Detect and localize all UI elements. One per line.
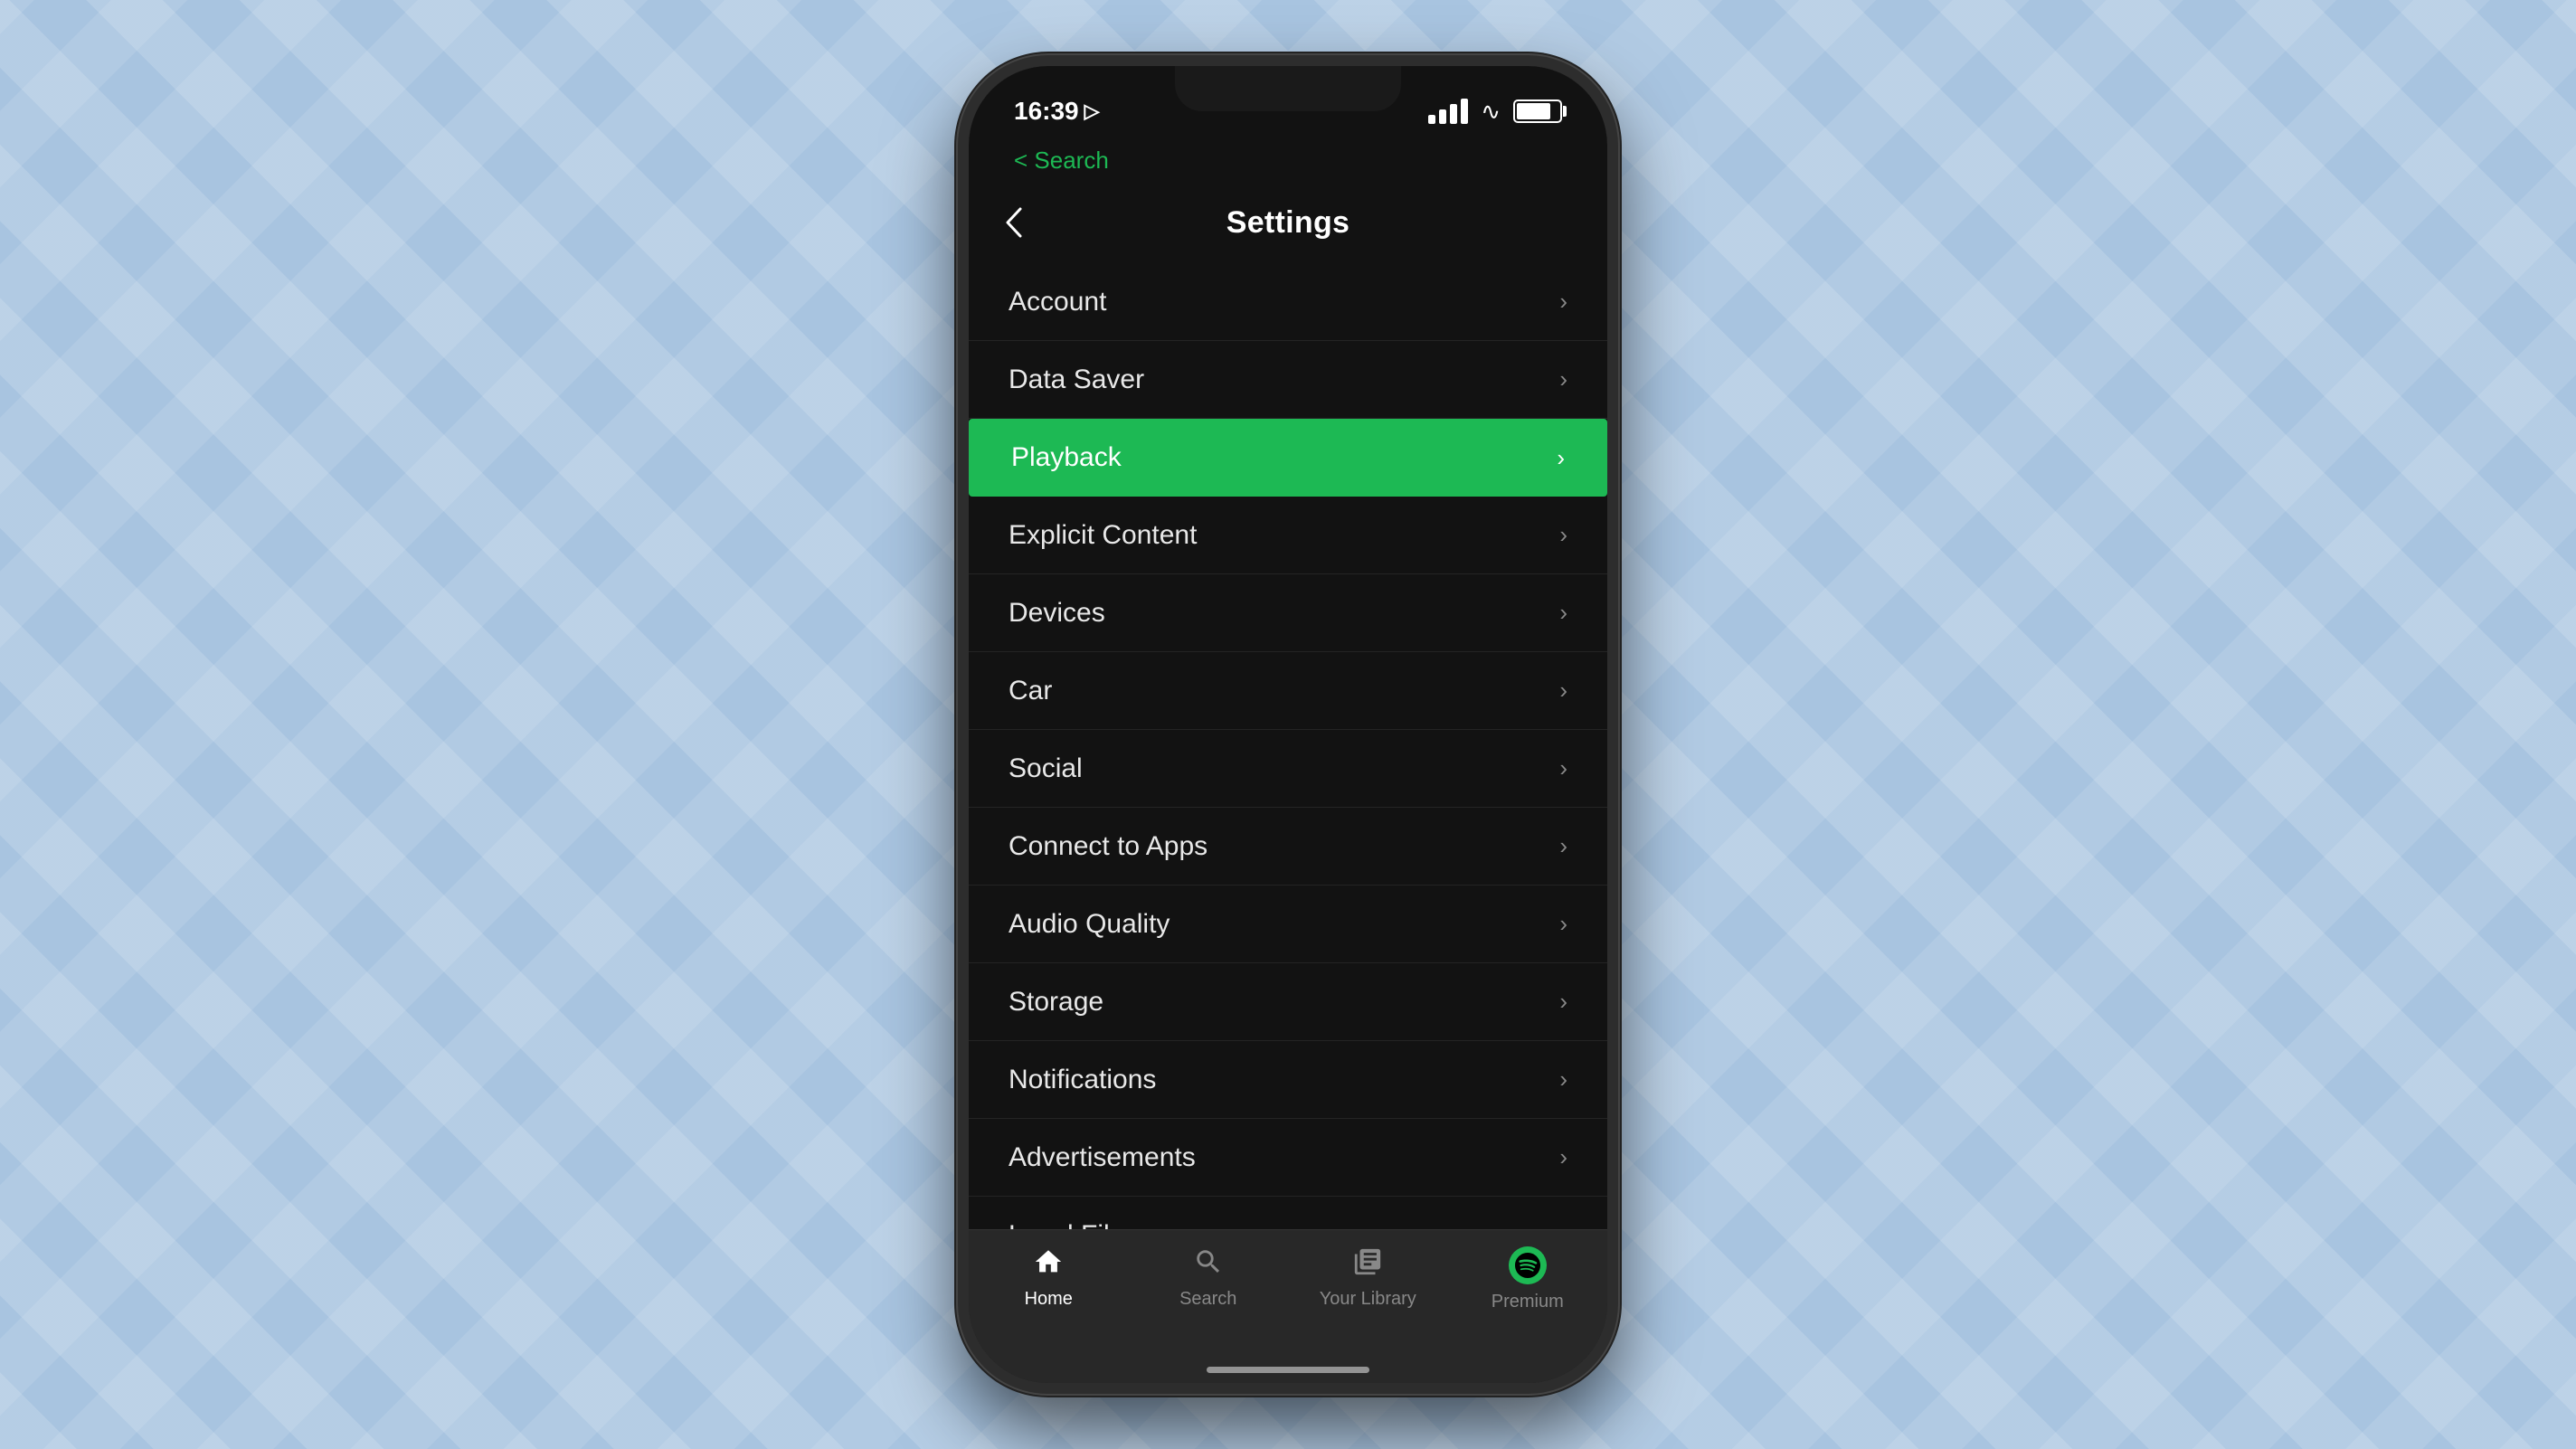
phone-frame: 16:39 ▷ ∿ [958, 55, 1618, 1394]
signal-bar-2 [1439, 109, 1446, 124]
back-button[interactable] [1005, 207, 1023, 238]
battery-icon [1513, 99, 1562, 123]
home-bar [1207, 1367, 1369, 1373]
settings-list: Account›Data Saver›Playback›Explicit Con… [969, 263, 1607, 1229]
settings-item-label-devices: Devices [1009, 598, 1105, 629]
settings-item-label-playback: Playback [1011, 442, 1122, 473]
location-icon: ▷ [1084, 99, 1100, 123]
chevron-right-icon: › [1559, 910, 1567, 938]
tab-search-label: Search [1179, 1289, 1236, 1310]
settings-item-audio-quality[interactable]: Audio Quality › [969, 886, 1607, 963]
settings-item-local-files[interactable]: Local Files › [969, 1197, 1607, 1229]
signal-bar-3 [1450, 104, 1457, 124]
settings-item-label-explicit-content: Explicit Content [1009, 520, 1197, 551]
signal-bars [1428, 99, 1468, 124]
settings-item-label-storage: Storage [1009, 987, 1103, 1018]
status-icons: ∿ [1428, 98, 1562, 126]
chevron-right-icon: › [1559, 832, 1567, 860]
settings-item-label-advertisements: Advertisements [1009, 1142, 1196, 1173]
chevron-right-icon: › [1559, 988, 1567, 1016]
chevron-right-icon: › [1559, 754, 1567, 782]
chevron-right-icon: › [1559, 1143, 1567, 1171]
time-display: 16:39 [1014, 97, 1079, 126]
signal-bar-1 [1428, 115, 1435, 124]
settings-item-label-social: Social [1009, 753, 1083, 784]
settings-item-label-car: Car [1009, 676, 1052, 706]
tab-premium[interactable]: Premium [1448, 1246, 1608, 1312]
library-icon [1352, 1246, 1383, 1282]
tab-home-label: Home [1025, 1289, 1073, 1310]
settings-item-devices[interactable]: Devices › [969, 574, 1607, 652]
tab-bar: Home Search Your [969, 1229, 1607, 1356]
nav-header: Settings [969, 182, 1607, 263]
signal-bar-4 [1461, 99, 1468, 124]
settings-item-label-account: Account [1009, 287, 1106, 317]
settings-item-label-data-saver: Data Saver [1009, 365, 1144, 395]
chevron-right-icon: › [1557, 444, 1565, 472]
settings-item-notifications[interactable]: Notifications › [969, 1041, 1607, 1119]
settings-item-connect-to-apps[interactable]: Connect to Apps › [969, 808, 1607, 886]
tab-your-library[interactable]: Your Library [1288, 1246, 1448, 1310]
settings-item-playback[interactable]: Playback › [969, 419, 1607, 497]
status-time: 16:39 ▷ [1014, 97, 1100, 126]
search-icon [1193, 1246, 1224, 1282]
settings-item-label-audio-quality: Audio Quality [1009, 909, 1170, 940]
home-indicator [969, 1356, 1607, 1383]
settings-item-account[interactable]: Account › [969, 263, 1607, 341]
settings-item-storage[interactable]: Storage › [969, 963, 1607, 1041]
settings-item-label-notifications: Notifications [1009, 1065, 1156, 1095]
spotify-icon [1509, 1246, 1547, 1284]
chevron-right-icon: › [1559, 1065, 1567, 1094]
chevron-right-icon: › [1559, 599, 1567, 627]
settings-item-data-saver[interactable]: Data Saver › [969, 341, 1607, 419]
settings-item-social[interactable]: Social › [969, 730, 1607, 808]
chevron-right-icon: › [1559, 1221, 1567, 1229]
wifi-icon: ∿ [1481, 98, 1501, 126]
back-button-label[interactable]: < Search [1014, 147, 1109, 175]
tab-home[interactable]: Home [969, 1246, 1129, 1310]
settings-item-explicit-content[interactable]: Explicit Content › [969, 497, 1607, 574]
chevron-right-icon: › [1559, 365, 1567, 393]
settings-item-label-local-files: Local Files [1009, 1220, 1138, 1230]
chevron-right-icon: › [1559, 521, 1567, 549]
phone-notch [1175, 66, 1401, 111]
battery-fill [1517, 103, 1550, 119]
chevron-right-icon: › [1559, 677, 1567, 705]
home-icon [1033, 1246, 1064, 1282]
chevron-right-icon: › [1559, 288, 1567, 316]
settings-item-label-connect-to-apps: Connect to Apps [1009, 831, 1208, 862]
back-label-bar: < Search [969, 138, 1607, 182]
tab-premium-label: Premium [1492, 1292, 1564, 1312]
settings-item-car[interactable]: Car › [969, 652, 1607, 730]
settings-item-advertisements[interactable]: Advertisements › [969, 1119, 1607, 1197]
tab-library-label: Your Library [1320, 1289, 1416, 1310]
page-title: Settings [1226, 205, 1350, 241]
tab-search[interactable]: Search [1129, 1246, 1289, 1310]
